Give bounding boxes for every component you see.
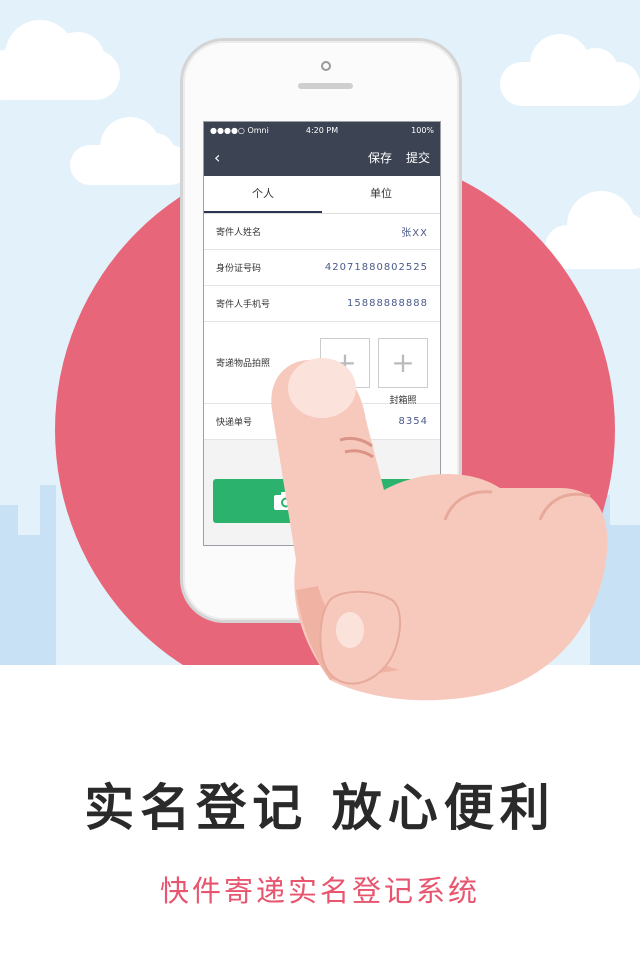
id-number-label: 身份证号码 — [216, 264, 262, 274]
submit-button[interactable]: 提交 — [406, 149, 430, 166]
nav-bar: ‹ 保存 提交 — [204, 138, 440, 176]
subheadline: 快件寄递实名登记系统 — [159, 874, 480, 908]
id-number-value: 42071880802525 — [324, 262, 428, 273]
battery-label: 100% — [411, 125, 435, 135]
cloud — [0, 20, 120, 100]
app-screen: ●●●●○ Omni 4:20 PM 100% ‹ 保存 提交 个人 单位 寄件… — [203, 121, 441, 546]
sender-name-value: 张XX — [401, 228, 428, 239]
tab-company[interactable]: 单位 — [322, 176, 440, 213]
plus-icon: + — [391, 346, 415, 379]
item-photo-row: 寄递物品拍照 + + 封箱照 — [204, 322, 440, 406]
city-skyline — [40, 485, 56, 665]
back-chevron-icon[interactable]: ‹ — [214, 148, 234, 167]
cloud — [70, 117, 190, 185]
tracking-number-row[interactable]: 快递单号 8354 — [204, 404, 440, 440]
phone-speaker — [298, 83, 353, 89]
sender-name-label: 寄件人姓名 — [216, 228, 262, 238]
phone-number-row[interactable]: 寄件人手机号 15888888888 — [204, 286, 440, 322]
carrier-label: ●●●●○ Omni — [210, 125, 269, 135]
camera-icon — [274, 492, 298, 510]
status-bar: ●●●●○ Omni 4:20 PM 100% — [204, 122, 440, 138]
tracking-number-value: 8354 — [398, 416, 428, 427]
cloud — [500, 34, 640, 106]
tab-personal[interactable]: 个人 — [204, 176, 322, 213]
item-photo-label: 寄递物品拍照 — [216, 359, 271, 369]
phone-number-label: 寄件人手机号 — [216, 300, 271, 310]
add-seal-photo-button[interactable]: + 封箱照 — [378, 337, 428, 406]
phone-number-value: 15888888888 — [347, 298, 428, 309]
sender-name-row[interactable]: 寄件人姓名 张XX — [204, 214, 440, 250]
city-skyline — [610, 525, 640, 665]
save-button[interactable]: 保存 — [368, 149, 392, 166]
phone-camera — [321, 61, 331, 71]
tracking-number-label: 快递单号 — [216, 418, 253, 428]
time-label: 4:20 PM — [305, 125, 339, 135]
add-item-photo-button[interactable]: + — [320, 337, 370, 388]
seal-photo-caption: 封箱照 — [389, 395, 417, 406]
plus-icon: + — [333, 346, 357, 379]
headline: 实名登记 放心便利 — [84, 779, 556, 837]
tab-bar: 个人 单位 — [204, 176, 440, 214]
phone-home-button — [295, 561, 347, 613]
city-skyline — [0, 505, 18, 665]
city-skyline — [18, 535, 40, 665]
scan-button[interactable] — [213, 479, 433, 523]
phone-mockup: ●●●●○ Omni 4:20 PM 100% ‹ 保存 提交 个人 单位 寄件… — [180, 38, 462, 623]
id-number-row[interactable]: 身份证号码 42071880802525 — [204, 250, 440, 286]
